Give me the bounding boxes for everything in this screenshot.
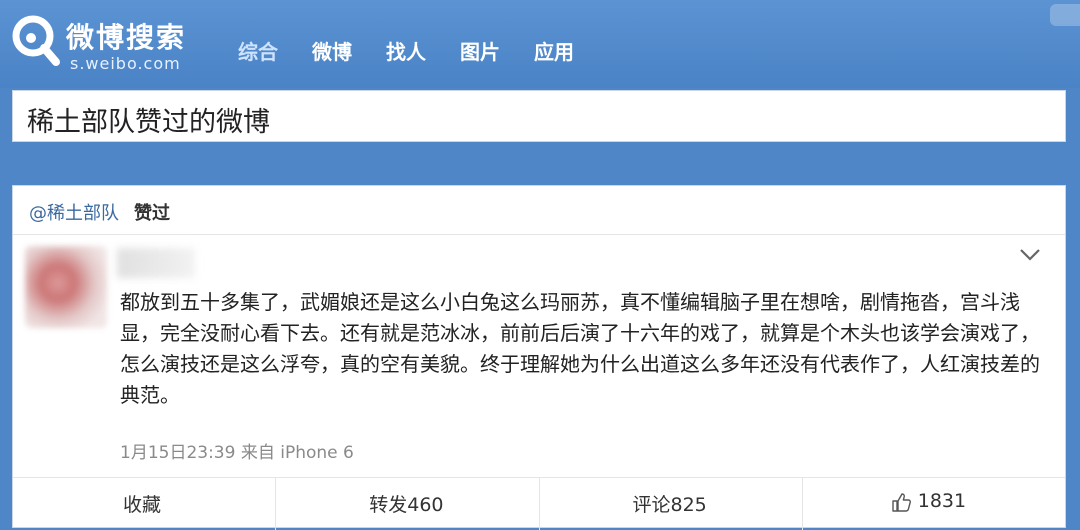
- header-corner-decoration: [1050, 4, 1080, 26]
- favorite-label: 收藏: [123, 494, 162, 516]
- like-button[interactable]: 1831: [801, 478, 1065, 530]
- weibo-search-logo-icon: [12, 15, 60, 66]
- search-query-text: 稀土部队赞过的微博: [27, 107, 270, 138]
- weibo-search-logo[interactable]: 微博搜索 s.weibo.com: [10, 12, 210, 73]
- search-input[interactable]: 稀土部队赞过的微博: [12, 90, 1066, 142]
- top-nav: 综合 微博 找人 图片 应用: [238, 36, 608, 65]
- post-timestamp-source: 1月15日23:39 来自 iPhone 6: [120, 443, 354, 463]
- username-redacted: [117, 248, 195, 278]
- thumbs-up-icon: [892, 493, 911, 512]
- repost-button[interactable]: 转发460: [275, 478, 538, 530]
- liked-post-card: @稀土部队 赞过 都放到五十多集了，武媚娘还是这么小白兔这么玛丽苏，真不懂编辑脑…: [12, 185, 1066, 530]
- liked-user-link[interactable]: @稀土部队: [29, 199, 119, 225]
- avatar[interactable]: [25, 246, 107, 328]
- tab-find-people[interactable]: 找人: [386, 36, 426, 65]
- post-action-bar: 收藏 转发460 评论825 1831: [13, 477, 1065, 530]
- tab-apps[interactable]: 应用: [534, 36, 574, 65]
- repost-label: 转发460: [369, 494, 444, 516]
- liked-action-label: 赞过: [134, 203, 170, 224]
- tab-comprehensive[interactable]: 综合: [238, 36, 278, 65]
- comment-button[interactable]: 评论825: [538, 478, 802, 530]
- logo-subtitle: s.weibo.com: [70, 54, 181, 73]
- liked-by-bar: @稀土部队 赞过: [13, 186, 1065, 235]
- favorite-button[interactable]: 收藏: [13, 478, 275, 530]
- tab-images[interactable]: 图片: [460, 36, 500, 65]
- tab-weibo[interactable]: 微博: [312, 36, 352, 65]
- logo-title: 微博搜索: [66, 21, 187, 54]
- chevron-down-icon[interactable]: [1019, 248, 1041, 262]
- comment-label: 评论825: [632, 494, 707, 516]
- header-bar: 微博搜索 s.weibo.com 综合 微博 找人 图片 应用: [0, 0, 1080, 88]
- like-count: 1831: [917, 490, 967, 512]
- post-body-text: 都放到五十多集了，武媚娘还是这么小白兔这么玛丽苏，真不懂编辑脑子里在想啥，剧情拖…: [120, 290, 1040, 407]
